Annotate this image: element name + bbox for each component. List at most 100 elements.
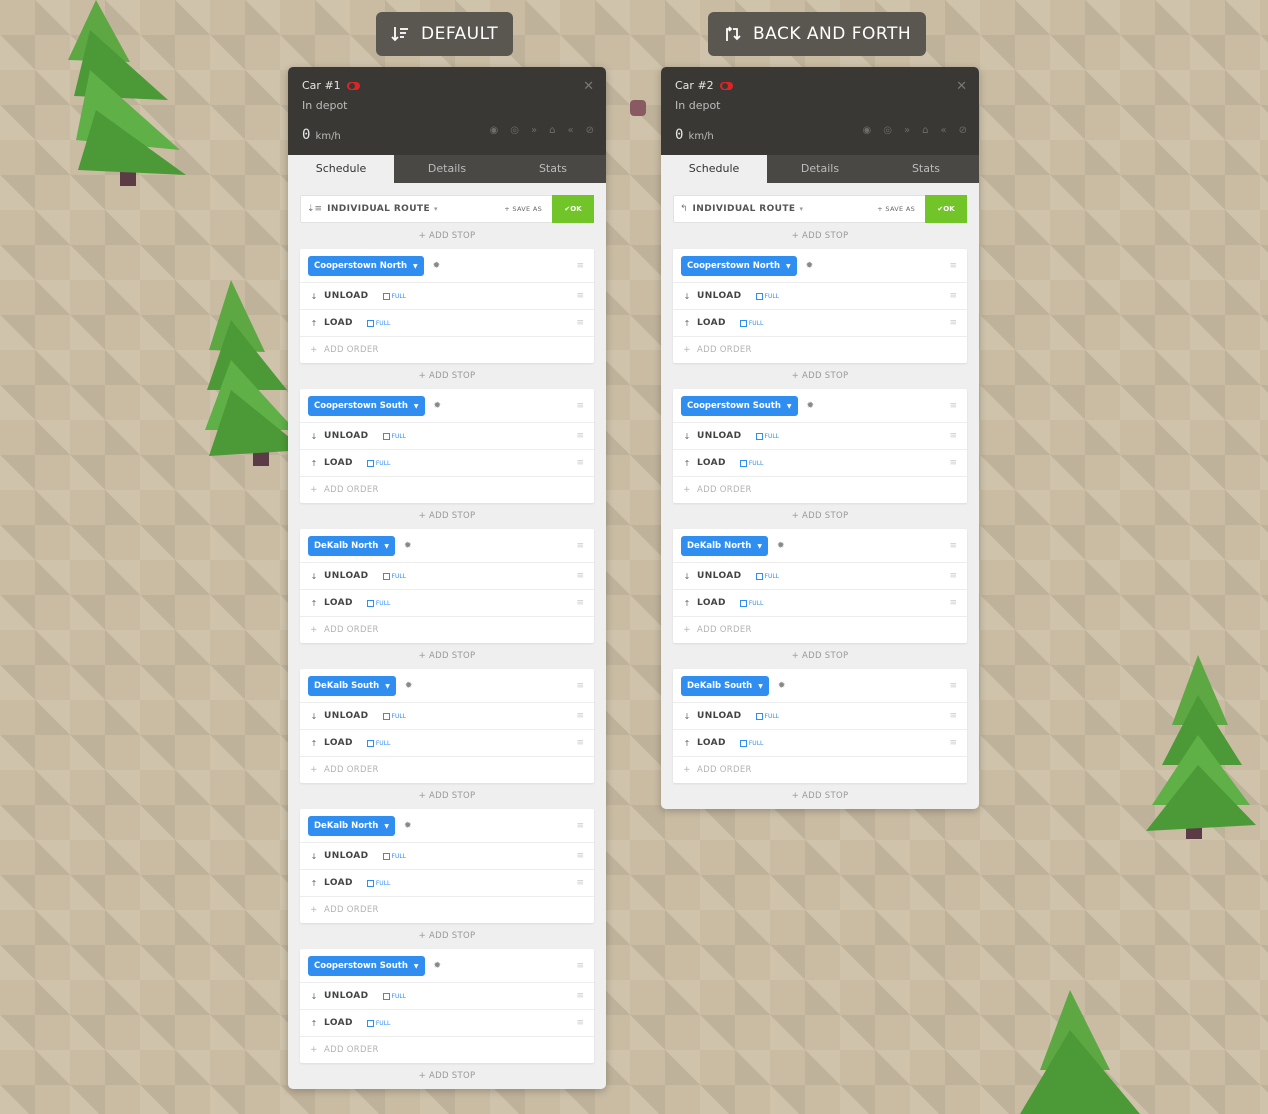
- locate-icon[interactable]: ◉: [863, 125, 872, 136]
- drag-handle-icon[interactable]: ≡: [576, 851, 584, 861]
- drag-handle-icon[interactable]: ≡: [576, 318, 584, 328]
- add-order-button[interactable]: + ADD ORDER: [673, 757, 967, 783]
- station-select-button[interactable]: Cooperstown South ▼: [308, 395, 425, 416]
- full-checkbox[interactable]: FULL: [755, 712, 779, 720]
- tab-schedule[interactable]: Schedule: [661, 155, 767, 183]
- full-checkbox[interactable]: FULL: [382, 572, 406, 580]
- drag-handle-icon[interactable]: ≡: [576, 821, 584, 831]
- drag-handle-icon[interactable]: ≡: [576, 291, 584, 301]
- full-checkbox[interactable]: FULL: [739, 599, 763, 607]
- station-select-button[interactable]: DeKalb North ▼: [681, 535, 768, 556]
- drag-handle-icon[interactable]: ≡: [576, 401, 584, 411]
- drag-handle-icon[interactable]: ≡: [576, 431, 584, 441]
- drag-handle-icon[interactable]: ≡: [949, 571, 957, 581]
- station-select-button[interactable]: DeKalb South ▼: [308, 675, 396, 696]
- gear-icon[interactable]: ✹: [777, 541, 785, 551]
- station-select-button[interactable]: Cooperstown South ▼: [308, 955, 425, 976]
- follow-icon[interactable]: ◎: [510, 125, 519, 136]
- drag-handle-icon[interactable]: ≡: [576, 571, 584, 581]
- drag-handle-icon[interactable]: ≡: [576, 541, 584, 551]
- active-toggle[interactable]: [346, 81, 360, 90]
- add-stop-button[interactable]: + ADD STOP: [300, 223, 594, 249]
- full-checkbox[interactable]: FULL: [382, 992, 406, 1000]
- full-checkbox[interactable]: FULL: [755, 292, 779, 300]
- add-stop-button[interactable]: + ADD STOP: [300, 503, 594, 529]
- add-stop-button[interactable]: + ADD STOP: [673, 783, 967, 809]
- route-type-select[interactable]: INDIVIDUAL ROUTE: [327, 204, 430, 214]
- full-checkbox[interactable]: FULL: [366, 1019, 390, 1027]
- drag-handle-icon[interactable]: ≡: [949, 458, 957, 468]
- close-icon[interactable]: ✕: [956, 79, 967, 94]
- locate-icon[interactable]: ◉: [490, 125, 499, 136]
- station-select-button[interactable]: Cooperstown South ▼: [681, 395, 798, 416]
- gear-icon[interactable]: ✹: [405, 681, 413, 691]
- drag-handle-icon[interactable]: ≡: [949, 681, 957, 691]
- drag-handle-icon[interactable]: ≡: [949, 261, 957, 271]
- drag-handle-icon[interactable]: ≡: [949, 598, 957, 608]
- add-stop-button[interactable]: + ADD STOP: [673, 363, 967, 389]
- drag-handle-icon[interactable]: ≡: [949, 401, 957, 411]
- tab-stats[interactable]: Stats: [500, 155, 606, 183]
- station-select-button[interactable]: DeKalb North ▼: [308, 815, 395, 836]
- active-toggle[interactable]: [719, 81, 733, 90]
- add-stop-button[interactable]: + ADD STOP: [300, 643, 594, 669]
- drag-handle-icon[interactable]: ≡: [576, 1018, 584, 1028]
- station-select-button[interactable]: DeKalb South ▼: [681, 675, 769, 696]
- drag-handle-icon[interactable]: ≡: [949, 711, 957, 721]
- drag-handle-icon[interactable]: ≡: [949, 541, 957, 551]
- gear-icon[interactable]: ✹: [433, 261, 441, 271]
- reverse-icon[interactable]: «: [567, 125, 573, 136]
- drag-handle-icon[interactable]: ≡: [576, 961, 584, 971]
- stop-vehicle-icon[interactable]: ⊘: [586, 125, 594, 136]
- add-order-button[interactable]: + ADD ORDER: [300, 1037, 594, 1063]
- drag-handle-icon[interactable]: ≡: [576, 878, 584, 888]
- drag-handle-icon[interactable]: ≡: [576, 681, 584, 691]
- tab-stats[interactable]: Stats: [873, 155, 979, 183]
- full-checkbox[interactable]: FULL: [739, 459, 763, 467]
- station-select-button[interactable]: Cooperstown North ▼: [681, 255, 797, 276]
- skip-forward-icon[interactable]: »: [904, 125, 910, 136]
- add-stop-button[interactable]: + ADD STOP: [673, 643, 967, 669]
- ok-button[interactable]: ✔ OK: [552, 195, 594, 223]
- drag-handle-icon[interactable]: ≡: [576, 458, 584, 468]
- full-checkbox[interactable]: FULL: [739, 739, 763, 747]
- skip-forward-icon[interactable]: »: [531, 125, 537, 136]
- station-select-button[interactable]: DeKalb North ▼: [308, 535, 395, 556]
- gear-icon[interactable]: ✹: [806, 261, 814, 271]
- depot-icon[interactable]: ⌂: [549, 125, 555, 136]
- gear-icon[interactable]: ✹: [404, 541, 412, 551]
- gear-icon[interactable]: ✹: [807, 401, 815, 411]
- tab-details[interactable]: Details: [767, 155, 873, 183]
- drag-handle-icon[interactable]: ≡: [576, 738, 584, 748]
- full-checkbox[interactable]: FULL: [366, 739, 390, 747]
- drag-handle-icon[interactable]: ≡: [949, 431, 957, 441]
- close-icon[interactable]: ✕: [583, 79, 594, 94]
- add-stop-button[interactable]: + ADD STOP: [300, 783, 594, 809]
- full-checkbox[interactable]: FULL: [366, 879, 390, 887]
- drag-handle-icon[interactable]: ≡: [949, 291, 957, 301]
- back-and-forth-mode-button[interactable]: BACK AND FORTH: [708, 12, 927, 56]
- gear-icon[interactable]: ✹: [404, 821, 412, 831]
- stop-vehicle-icon[interactable]: ⊘: [959, 125, 967, 136]
- drag-handle-icon[interactable]: ≡: [949, 738, 957, 748]
- tab-schedule[interactable]: Schedule: [288, 155, 394, 183]
- drag-handle-icon[interactable]: ≡: [576, 261, 584, 271]
- add-stop-button[interactable]: + ADD STOP: [300, 1063, 594, 1089]
- add-order-button[interactable]: + ADD ORDER: [673, 477, 967, 503]
- add-stop-button[interactable]: + ADD STOP: [300, 363, 594, 389]
- full-checkbox[interactable]: FULL: [366, 319, 390, 327]
- depot-icon[interactable]: ⌂: [922, 125, 928, 136]
- ok-button[interactable]: ✔ OK: [925, 195, 967, 223]
- full-checkbox[interactable]: FULL: [366, 599, 390, 607]
- full-checkbox[interactable]: FULL: [739, 319, 763, 327]
- add-order-button[interactable]: + ADD ORDER: [673, 617, 967, 643]
- add-stop-button[interactable]: + ADD STOP: [300, 923, 594, 949]
- add-order-button[interactable]: + ADD ORDER: [673, 337, 967, 363]
- add-order-button[interactable]: + ADD ORDER: [300, 757, 594, 783]
- save-as-button[interactable]: + SAVE AS: [504, 205, 542, 213]
- full-checkbox[interactable]: FULL: [755, 572, 779, 580]
- full-checkbox[interactable]: FULL: [382, 852, 406, 860]
- add-stop-button[interactable]: + ADD STOP: [673, 223, 967, 249]
- add-stop-button[interactable]: + ADD STOP: [673, 503, 967, 529]
- station-select-button[interactable]: Cooperstown North ▼: [308, 255, 424, 276]
